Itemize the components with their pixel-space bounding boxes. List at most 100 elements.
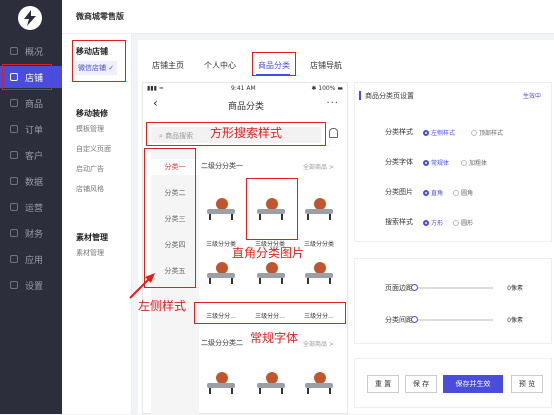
option-label: 左侧样式 xyxy=(431,130,456,137)
apps-icon xyxy=(10,255,18,263)
product-image[interactable] xyxy=(203,365,239,401)
operation-icon xyxy=(10,203,18,211)
highlight-box xyxy=(144,148,196,288)
nav-label: 商品 xyxy=(25,99,44,110)
nav-item-finance[interactable]: 财务 xyxy=(0,222,62,244)
subnav-item-materials[interactable]: 素材管理 xyxy=(76,248,104,258)
nav-item-overview[interactable]: 概况 xyxy=(0,40,62,62)
option-label: 圆形 xyxy=(461,220,474,227)
customer-icon xyxy=(10,151,18,159)
save-button[interactable]: 保 存 xyxy=(405,375,437,393)
subnav-item-store-style[interactable]: 店铺风格 xyxy=(76,184,104,194)
finance-icon xyxy=(10,229,18,237)
bell-icon[interactable] xyxy=(329,128,338,138)
radio-square-search[interactable]: 方形 xyxy=(423,218,443,227)
highlight-box xyxy=(252,52,296,76)
subnav-group-title: 素材管理 xyxy=(76,233,108,242)
radio-left-style[interactable]: 左侧样式 xyxy=(423,128,455,137)
main-nav: 概况 店铺 商品 订单 客户 数据 运营 财务 应用 设置 xyxy=(0,0,62,414)
settings-icon xyxy=(10,281,18,289)
reset-button[interactable]: 重 置 xyxy=(367,375,399,393)
nav-item-order[interactable]: 订单 xyxy=(0,118,62,140)
nav-label: 运营 xyxy=(25,203,44,214)
nav-label: 财务 xyxy=(25,229,44,240)
view-all-link[interactable]: 全部商品 > xyxy=(303,162,334,171)
nav-item-apps[interactable]: 应用 xyxy=(0,248,62,270)
slider-handle[interactable] xyxy=(411,284,418,291)
option-label: 常规体 xyxy=(431,160,450,167)
nav-label: 数据 xyxy=(25,177,44,188)
radio-icon xyxy=(461,160,467,166)
nav-item-data[interactable]: 数据 xyxy=(0,170,62,192)
nav-label: 概况 xyxy=(25,47,44,58)
page-margin-value: 0像素 xyxy=(507,285,523,292)
style-settings-card: 商品分类页设置 生效中 分类样式 左侧样式 顶部样式 分类字体 常规体 加粗体 … xyxy=(354,82,552,242)
product-label: 三级分分类 xyxy=(303,241,334,248)
view-all-link[interactable]: 全部商品 > xyxy=(303,339,334,348)
annotation-font-style: 常规字体 xyxy=(250,331,299,345)
action-bar: 重 置 保 存 保存并生效 预 览 xyxy=(354,358,552,408)
top-bar: 微商城零售版 xyxy=(62,0,554,34)
more-icon[interactable]: ... xyxy=(326,95,339,106)
radio-icon xyxy=(423,130,429,136)
nav-label: 客户 xyxy=(25,151,44,162)
radio-rounded-image[interactable]: 圆角 xyxy=(453,188,473,197)
tab-store-home[interactable]: 店铺主页 xyxy=(152,60,184,71)
radio-icon xyxy=(453,220,459,226)
setting-label: 分类样式 xyxy=(385,128,413,136)
product-image[interactable] xyxy=(301,365,337,401)
radio-top-style[interactable]: 顶部样式 xyxy=(471,128,503,137)
subnav-item-custom-page[interactable]: 自定义页面 xyxy=(76,144,111,154)
option-label: 顶部样式 xyxy=(479,130,504,137)
annotation-arrow xyxy=(129,273,155,299)
setting-label: 搜索样式 xyxy=(385,218,413,226)
subnav-item-templates[interactable]: 模板管理 xyxy=(76,124,104,134)
spacing-settings-card: 页面边距 0像素 分类间距 0像素 xyxy=(354,258,552,344)
radio-icon xyxy=(423,160,429,166)
battery-status: ✱ 100% ▬ xyxy=(311,85,343,92)
radio-icon xyxy=(423,220,429,226)
section-title: 二级分分类二 xyxy=(201,339,243,347)
subnav-item-launch-ad[interactable]: 启动广告 xyxy=(76,164,104,174)
settings-title: 商品分类页设置 xyxy=(359,91,414,100)
nav-item-goods[interactable]: 商品 xyxy=(0,92,62,114)
slider-handle[interactable] xyxy=(411,316,418,323)
category-spacing-slider[interactable] xyxy=(411,316,493,323)
nav-item-operation[interactable]: 运营 xyxy=(0,196,62,218)
nav-label: 应用 xyxy=(25,255,44,266)
status-badge: 生效中 xyxy=(522,93,541,100)
nav-label: 设置 xyxy=(25,281,44,292)
order-icon xyxy=(10,125,18,133)
goods-icon xyxy=(10,99,18,107)
option-label: 圆角 xyxy=(461,190,474,197)
radio-icon xyxy=(471,130,477,136)
save-and-apply-button[interactable]: 保存并生效 xyxy=(443,375,503,393)
product-image[interactable] xyxy=(301,255,337,291)
nav-label: 订单 xyxy=(25,125,44,136)
option-label: 直角 xyxy=(431,190,444,197)
setting-label: 页面边距 xyxy=(385,284,413,292)
annotation-image-style: 直角分类图片 xyxy=(232,246,305,260)
data-icon xyxy=(10,177,18,185)
annotation-search: 方形搜索样式 xyxy=(210,126,283,140)
tab-store-nav[interactable]: 店铺导航 xyxy=(310,60,342,71)
highlight-box xyxy=(72,40,126,82)
section-title: 二级分分类一 xyxy=(201,162,243,170)
radio-square-image[interactable]: 直角 xyxy=(423,188,443,197)
product-image[interactable] xyxy=(253,365,289,401)
option-label: 加粗体 xyxy=(469,160,488,167)
nav-item-settings[interactable]: 设置 xyxy=(0,274,62,296)
status-time: 9:41 AM xyxy=(231,85,256,92)
category-spacing-value: 0像素 xyxy=(507,317,523,324)
preview-button[interactable]: 预 览 xyxy=(511,375,543,393)
tab-personal-center[interactable]: 个人中心 xyxy=(204,60,236,71)
setting-label: 分类图片 xyxy=(385,188,413,196)
radio-round-search[interactable]: 圆形 xyxy=(453,218,473,227)
nav-item-customer[interactable]: 客户 xyxy=(0,144,62,166)
radio-icon xyxy=(453,190,459,196)
page-margin-slider[interactable] xyxy=(411,284,493,291)
product-image[interactable] xyxy=(301,191,337,227)
product-image[interactable] xyxy=(203,191,239,227)
radio-regular-font[interactable]: 常规体 xyxy=(423,158,449,167)
radio-bold-font[interactable]: 加粗体 xyxy=(461,158,487,167)
